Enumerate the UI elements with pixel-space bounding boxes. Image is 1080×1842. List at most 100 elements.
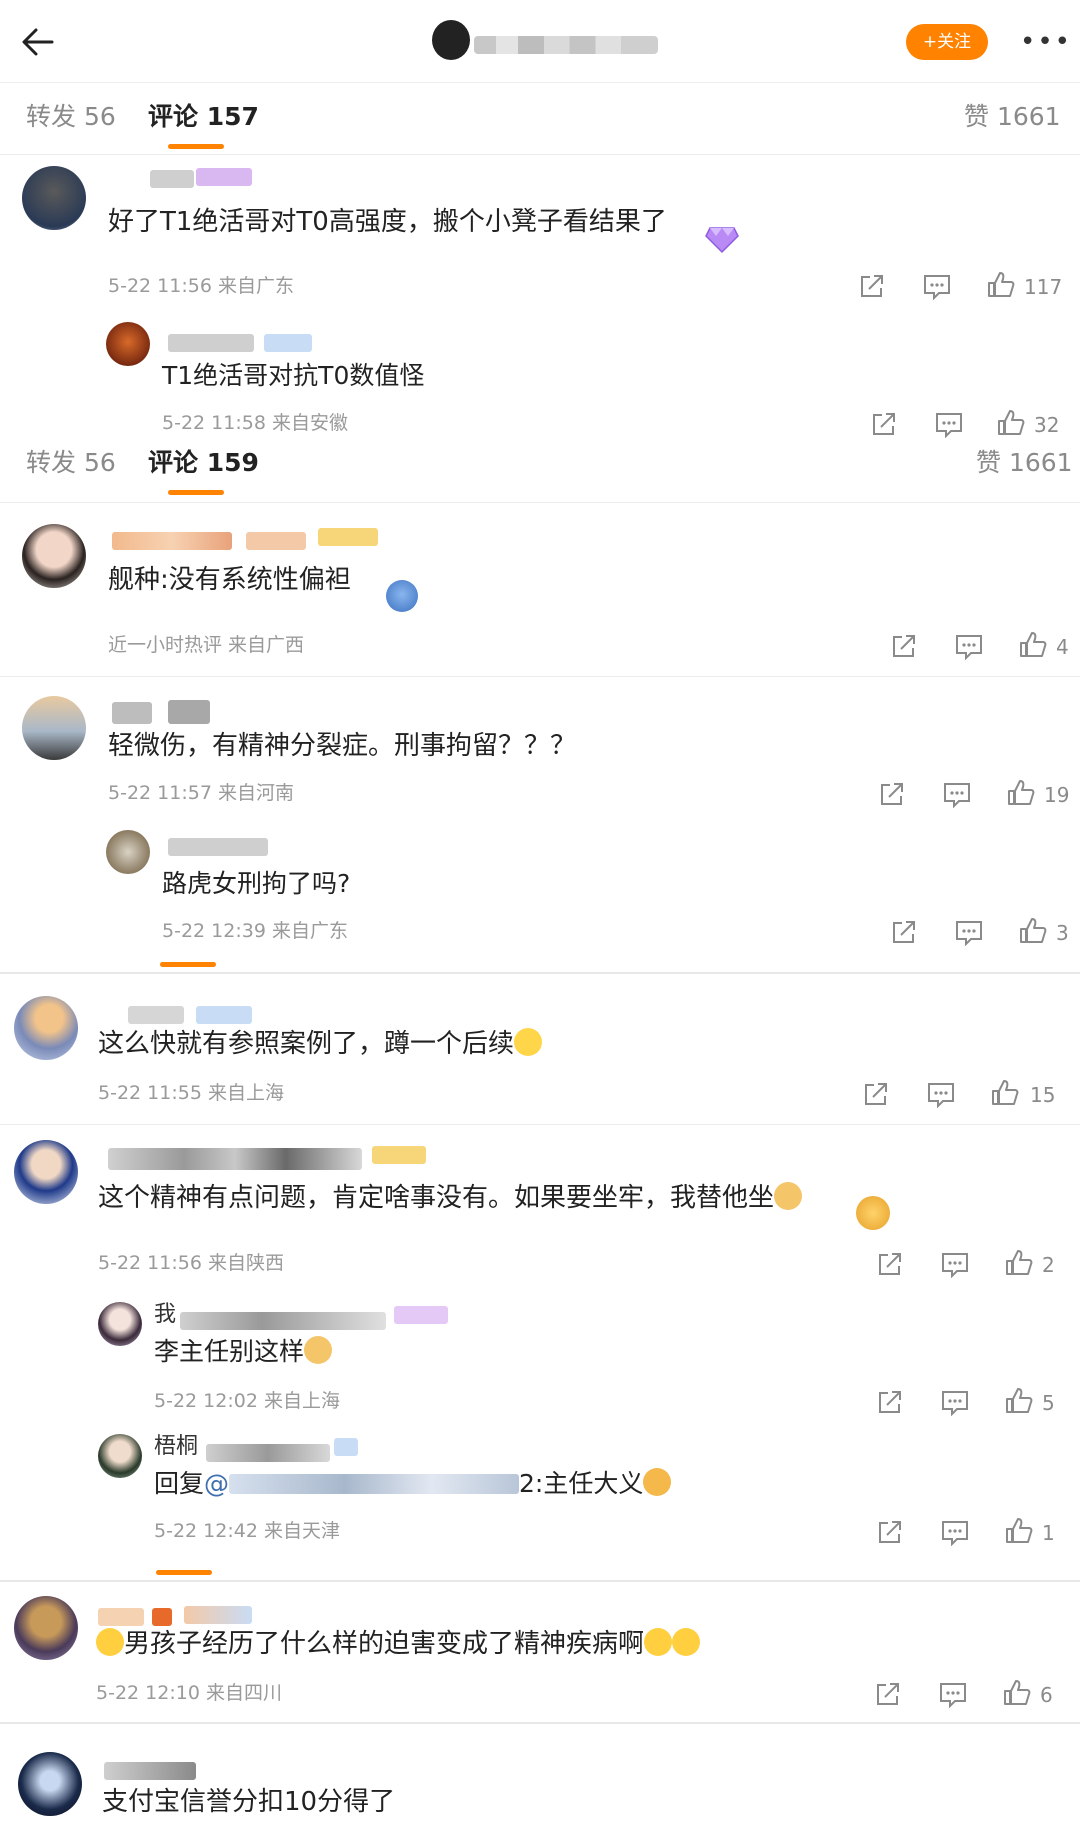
username-blurred[interactable] [128, 1006, 184, 1024]
reply-text: 回复@ 2:主任大义 [154, 1466, 672, 1502]
fan-badge [372, 1146, 426, 1164]
comment-text: 这个精神有点问题，肯定啥事没有。如果要坐牢，我替他坐 [98, 1180, 803, 1216]
comment-icon[interactable] [926, 1080, 956, 1110]
reply-text-body: 2:主任大义 [519, 1469, 644, 1498]
tab-comments[interactable]: 评论 157 [148, 100, 259, 134]
crying-emoji-icon [96, 1628, 124, 1656]
share-icon[interactable] [858, 272, 886, 302]
avatar[interactable] [14, 1596, 78, 1660]
like-icon[interactable] [986, 270, 1016, 300]
comment-icon[interactable] [938, 1680, 968, 1710]
comment-meta: 5-22 11:56 来自陕西 [98, 1252, 284, 1274]
comment-icon[interactable] [954, 918, 984, 948]
follow-button[interactable]: +关注 [906, 24, 988, 60]
share-icon[interactable] [862, 1080, 890, 1110]
username-blurred[interactable] [168, 838, 268, 856]
like-icon[interactable] [1006, 778, 1036, 808]
comment-icon[interactable] [940, 1388, 970, 1418]
reply-prefix: 回复 [154, 1469, 205, 1498]
author-avatar[interactable] [432, 20, 470, 60]
like-icon[interactable] [1004, 1386, 1034, 1416]
share-icon[interactable] [876, 1518, 904, 1548]
like-icon[interactable] [1002, 1678, 1032, 1708]
username-blurred[interactable] [168, 334, 254, 352]
like-icon[interactable] [1018, 630, 1048, 660]
username-blurred[interactable] [246, 532, 306, 550]
like-count: 117 [1024, 275, 1063, 299]
like-count: 32 [1034, 413, 1060, 437]
avatar[interactable] [106, 830, 150, 874]
username-blurred[interactable] [150, 170, 194, 188]
comment-icon[interactable] [940, 1518, 970, 1548]
tab-repost[interactable]: 转发 56 [26, 100, 116, 134]
divider [0, 1124, 1080, 1125]
reply-text: 李主任别这样 [154, 1334, 333, 1370]
comment-icon[interactable] [934, 410, 964, 440]
share-icon[interactable] [890, 918, 918, 948]
avatar[interactable] [22, 696, 86, 760]
user-badge-blurred [196, 1006, 252, 1024]
tab-likes[interactable]: 赞 1661 [964, 100, 1061, 134]
username-blurred[interactable] [206, 1444, 330, 1462]
gold-badge-icon [856, 1196, 890, 1230]
comment-icon[interactable] [954, 632, 984, 662]
tab-repost[interactable]: 转发 56 [26, 446, 116, 480]
share-icon[interactable] [876, 1250, 904, 1280]
avatar[interactable] [22, 166, 86, 230]
mention-link[interactable]: @ [204, 1469, 229, 1498]
avatar[interactable] [14, 996, 78, 1060]
like-icon[interactable] [1018, 916, 1048, 946]
doge-emoji-icon [774, 1182, 803, 1210]
share-icon[interactable] [876, 1388, 904, 1418]
tab-bar-top: 转发 56 评论 157 赞 1661 [0, 84, 1080, 154]
username-blurred[interactable] [152, 1608, 172, 1626]
comment-icon[interactable] [922, 272, 952, 302]
like-icon[interactable] [1004, 1516, 1034, 1546]
comment-text-body: 这个精神有点问题，肯定啥事没有。如果要坐牢，我替他坐 [98, 1183, 775, 1213]
comment-text: 男孩子经历了什么样的迫害变成了精神疾病啊 [96, 1626, 701, 1662]
username-blurred[interactable] [112, 532, 232, 550]
comment-icon[interactable] [942, 780, 972, 810]
tab-comments[interactable]: 评论 159 [148, 446, 259, 480]
username-prefix[interactable]: 梧桐 [154, 1434, 198, 1460]
avatar[interactable] [14, 1140, 78, 1204]
yummy-emoji-icon [643, 1468, 672, 1496]
like-icon[interactable] [990, 1078, 1020, 1108]
comment-icon[interactable] [940, 1250, 970, 1280]
share-icon[interactable] [878, 780, 906, 810]
more-menu-icon[interactable]: ••• [1020, 26, 1070, 58]
author-name-blurred[interactable] [474, 36, 658, 54]
username-blurred[interactable] [112, 702, 152, 724]
comment-meta: 5-22 12:10 来自四川 [96, 1682, 282, 1704]
username-blurred[interactable] [168, 700, 210, 724]
like-icon[interactable] [1004, 1248, 1034, 1278]
username-blurred[interactable] [108, 1148, 362, 1170]
tab-likes[interactable]: 赞 1661 [976, 446, 1073, 480]
avatar[interactable] [98, 1302, 142, 1346]
like-count: 5 [1042, 1391, 1055, 1415]
share-icon[interactable] [870, 410, 898, 440]
doge-emoji-icon [304, 1336, 333, 1364]
avatar[interactable] [106, 322, 150, 366]
avatar[interactable] [98, 1434, 142, 1478]
reply-text: T1绝活哥对抗T0数值怪 [162, 361, 425, 390]
username-prefix[interactable]: 我 [154, 1302, 176, 1328]
username-blurred[interactable] [104, 1762, 196, 1780]
like-count: 6 [1040, 1683, 1053, 1707]
tab-bar-mid: 转发 56 评论 159 赞 1661 [0, 446, 1080, 502]
username-blurred[interactable] [98, 1608, 144, 1626]
section-marker [156, 1570, 212, 1575]
like-icon[interactable] [996, 408, 1026, 438]
username-blurred[interactable] [180, 1312, 386, 1330]
avatar[interactable] [22, 524, 86, 588]
mention-name-blurred[interactable] [229, 1474, 520, 1494]
comment-meta: 5-22 11:57 来自河南 [108, 782, 294, 804]
back-arrow-icon[interactable] [18, 20, 62, 64]
avatar[interactable] [18, 1752, 82, 1816]
share-icon[interactable] [874, 1680, 902, 1710]
section-divider [0, 972, 1080, 974]
share-icon[interactable] [890, 632, 918, 662]
comment-text-body: 这么快就有参照案例了，蹲一个后续 [98, 1029, 515, 1059]
reply-meta: 5-22 12:39 来自广东 [162, 920, 348, 942]
divider [0, 154, 1080, 155]
